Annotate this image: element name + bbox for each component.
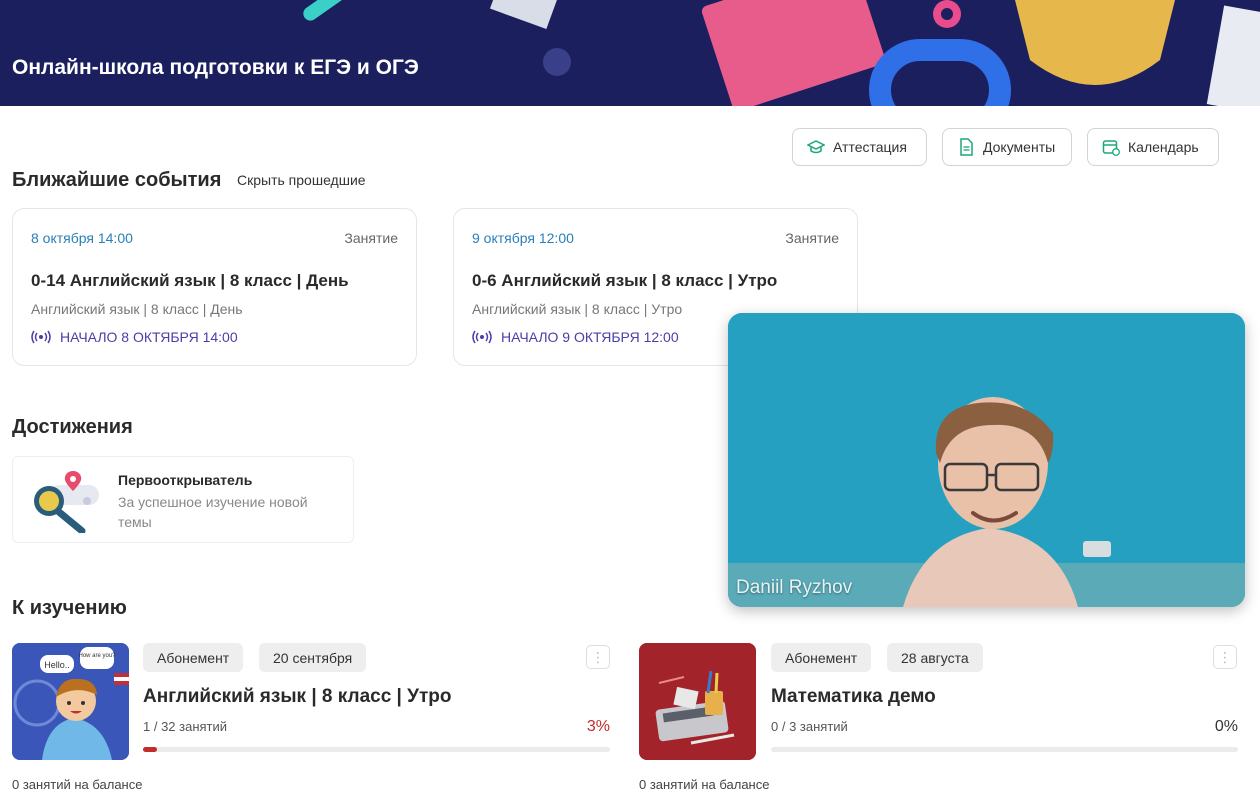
event-title: 0-6 Английский язык | 8 класс | Утро (472, 271, 778, 290)
course-title[interactable]: Математика демо (771, 686, 936, 708)
course-lessons: 0 / 3 занятий (771, 719, 848, 734)
achievement-description: За успешное изучение новой темы (118, 494, 308, 530)
event-start-label: НАЧАЛО 8 ОКТЯБРЯ 14:00 (60, 329, 238, 345)
magnifier-map-icon (34, 471, 99, 533)
event-title: 0-14 Английский язык | 8 класс | День (31, 271, 349, 290)
subscription-tag: Абонемент (143, 643, 244, 672)
course-balance: 0 занятий на балансе (639, 777, 770, 792)
course-menu-button[interactable]: ⋮ (586, 645, 610, 669)
course-lessons: 1 / 32 занятий (143, 719, 228, 734)
event-start: НАЧАЛО 8 ОКТЯБРЯ 14:00 (31, 329, 238, 345)
course-date-tag: 28 августа (887, 643, 983, 672)
course-date-tag: 20 сентября (259, 643, 367, 672)
banner-decoration (303, 0, 1260, 106)
event-start: НАЧАЛО 9 ОКТЯБРЯ 12:00 (472, 329, 679, 345)
calendar-icon (1102, 140, 1120, 156)
event-date: 8 октября 14:00 (31, 230, 133, 246)
broadcast-icon (472, 330, 492, 344)
calendar-label: Календарь (1128, 139, 1199, 155)
participant-name: Daniil Ryzhov (736, 577, 853, 598)
events-heading: Ближайшие события (12, 169, 222, 191)
header-banner: Онлайн-школа подготовки к ЕГЭ и ОГЭ (0, 0, 1260, 106)
event-subtitle: Английский язык | 8 класс | Утро (472, 301, 683, 317)
speech-bubble-hello: Hello.. (44, 660, 70, 670)
event-type: Занятие (785, 230, 839, 246)
course-illustration: Hello.. How are you? (12, 643, 129, 760)
speech-bubble-how-are-you: How are you? (78, 653, 116, 659)
kebab-icon: ⋮ (1218, 649, 1232, 665)
documents-label: Документы (983, 139, 1056, 155)
graduation-cap-icon (807, 140, 825, 154)
achievements-heading: Достижения (12, 416, 133, 438)
event-subtitle: Английский язык | 8 класс | День (31, 301, 243, 317)
course-progress-fill (143, 747, 157, 752)
event-type: Занятие (344, 230, 398, 246)
subscription-tag: Абонемент (771, 643, 872, 672)
document-icon (960, 138, 973, 156)
course-progress-bar (771, 747, 1238, 752)
course-progress-bar (143, 747, 610, 752)
event-start-label: НАЧАЛО 9 ОКТЯБРЯ 12:00 (501, 329, 679, 345)
video-call-window[interactable]: Daniil Ryzhov (728, 313, 1245, 607)
course-image[interactable]: Hello.. How are you? (12, 643, 129, 760)
course-progress-percent: 0% (1214, 718, 1238, 735)
attestation-button[interactable]: Аттестация (792, 128, 927, 166)
study-heading: К изучению (12, 597, 127, 619)
event-card[interactable]: 8 октября 14:00 Занятие 0-14 Английский … (12, 208, 417, 366)
course-menu-button[interactable]: ⋮ (1213, 645, 1237, 669)
kebab-icon: ⋮ (591, 649, 605, 665)
achievement-card[interactable]: Первооткрыватель За успешное изучение но… (12, 456, 354, 543)
broadcast-icon (31, 330, 51, 344)
course-image[interactable] (639, 643, 756, 760)
banner-title: Онлайн-школа подготовки к ЕГЭ и ОГЭ (12, 56, 419, 79)
calendar-button[interactable]: Календарь (1087, 128, 1219, 166)
attestation-label: Аттестация (833, 139, 907, 155)
hide-past-toggle[interactable]: Скрыть прошедшие (237, 172, 366, 188)
course-title[interactable]: Английский язык | 8 класс | Утро (143, 686, 452, 708)
course-illustration (639, 643, 756, 760)
achievement-title: Первооткрыватель (118, 472, 253, 488)
course-balance: 0 занятий на балансе (12, 777, 143, 792)
event-date: 9 октября 12:00 (472, 230, 574, 246)
documents-button[interactable]: Документы (942, 128, 1072, 166)
course-progress-percent: 3% (586, 718, 610, 735)
participant-video (728, 313, 1245, 607)
